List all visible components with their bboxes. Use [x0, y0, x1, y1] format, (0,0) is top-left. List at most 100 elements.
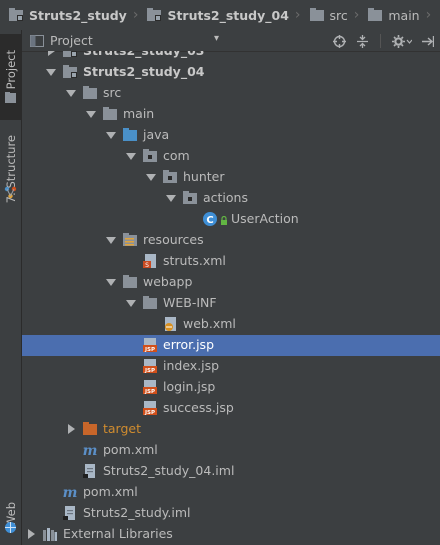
- tree-node[interactable]: resources: [22, 230, 440, 251]
- tree-node-label: resources: [143, 232, 204, 247]
- svg-text:JSP: JSP: [144, 368, 155, 374]
- jsp-file-icon: JSP: [143, 380, 157, 395]
- tree-node[interactable]: Struts2_study.iml: [22, 503, 440, 524]
- struts-xml-icon: S: [143, 254, 156, 269]
- scroll-from-source-icon[interactable]: [333, 34, 346, 48]
- source-folder-icon: [123, 128, 137, 141]
- svg-text:S: S: [145, 262, 149, 269]
- chevron-down-icon[interactable]: [146, 172, 156, 182]
- module-folder-icon: [9, 8, 23, 21]
- tree-node[interactable]: webapp: [22, 272, 440, 293]
- tree-node[interactable]: com: [22, 146, 440, 167]
- chevron-right-icon[interactable]: [66, 424, 76, 434]
- chevron-down-icon[interactable]: [106, 130, 116, 140]
- breadcrumb-item[interactable]: webapp: [431, 0, 440, 30]
- tree-node[interactable]: actions: [22, 188, 440, 209]
- class-icon: C: [203, 212, 217, 226]
- tree-node[interactable]: m pom.xml: [22, 482, 440, 503]
- tree-node-label: main: [123, 106, 155, 121]
- module-folder-icon: [147, 8, 162, 21]
- chevron-right-icon[interactable]: [46, 51, 56, 56]
- maven-icon: m: [63, 485, 78, 500]
- resources-folder-icon: [123, 233, 137, 246]
- tree-node[interactable]: Struts2_study_04: [22, 62, 440, 83]
- tree-node-label: Struts2_study_04: [83, 64, 205, 79]
- folder-icon: [83, 86, 97, 99]
- tree-node[interactable]: WEB-INF: [22, 293, 440, 314]
- tree-node-label: pom.xml: [103, 442, 158, 457]
- tree-node[interactable]: m pom.xml: [22, 440, 440, 461]
- tree-node[interactable]: hunter: [22, 167, 440, 188]
- package-icon: [163, 170, 177, 183]
- chevron-down-icon[interactable]: [106, 277, 116, 287]
- left-tool-strip: 1: Project 7: Structure Web: [0, 30, 22, 545]
- chevron-down-icon[interactable]: [126, 151, 136, 161]
- tree-node-label: web.xml: [183, 316, 236, 331]
- hide-panel-icon[interactable]: [422, 35, 434, 48]
- tree-node[interactable]: java: [22, 125, 440, 146]
- tree-node[interactable]: web.xml: [22, 314, 440, 335]
- breadcrumb-label: Struts2_study_04: [167, 7, 289, 23]
- tree-node[interactable]: External Libraries: [22, 524, 440, 545]
- folder-icon: [123, 275, 137, 288]
- folder-icon: [368, 8, 383, 21]
- tree-node[interactable]: JSP error.jsp: [22, 335, 440, 356]
- tree-node-label: UserAction: [231, 211, 299, 226]
- tree-node-label: Struts2_study_03: [83, 51, 204, 58]
- toolbar-separator: [380, 34, 381, 48]
- tree-node-label: java: [143, 127, 170, 142]
- breadcrumb-item[interactable]: Struts2_study_04: [138, 0, 289, 30]
- maven-icon: m: [83, 443, 98, 458]
- tree-node-label: hunter: [183, 169, 225, 184]
- tree-node-label: login.jsp: [163, 379, 216, 394]
- view-selector-dropdown[interactable]: ▾: [214, 33, 219, 44]
- folder-icon: [143, 296, 157, 309]
- tree-node[interactable]: JSP success.jsp: [22, 398, 440, 419]
- tree-node-label: pom.xml: [83, 484, 138, 499]
- chevron-down-icon[interactable]: [66, 88, 76, 98]
- tree-node[interactable]: JSP index.jsp: [22, 356, 440, 377]
- breadcrumb-label: Struts2_study: [29, 7, 127, 23]
- project-tool-icon: [5, 92, 16, 103]
- tree-node[interactable]: Struts2_study_03: [22, 51, 440, 62]
- web-xml-icon: [165, 317, 176, 331]
- project-tool-tab[interactable]: 1: Project: [0, 34, 21, 120]
- svg-text:m: m: [63, 485, 78, 500]
- tree-node-label: target: [103, 421, 142, 436]
- navigation-breadcrumb: Struts2_study › Struts2_study_04 › src › main ›…: [0, 0, 440, 31]
- tree-node-label: External Libraries: [63, 526, 173, 541]
- tree-node-label: src: [103, 85, 122, 100]
- tree-node-label: Struts2_study_04.iml: [103, 463, 235, 478]
- chevron-down-icon[interactable]: [106, 235, 116, 245]
- tree-node[interactable]: Sstruts.xml: [22, 251, 440, 272]
- jsp-file-icon: JSP: [143, 401, 157, 416]
- project-panel-title: Project: [50, 33, 93, 48]
- settings-gear-icon[interactable]: [392, 34, 412, 48]
- structure-tool-tab[interactable]: 7: Structure: [0, 126, 21, 212]
- iml-file-icon: [63, 506, 75, 520]
- tree-node-label: struts.xml: [163, 253, 226, 268]
- chevron-down-icon[interactable]: [126, 298, 136, 308]
- chevron-down-icon[interactable]: [46, 67, 56, 77]
- package-icon: [143, 149, 157, 162]
- tree-node[interactable]: src: [22, 83, 440, 104]
- breadcrumb-item[interactable]: main: [359, 0, 420, 30]
- tree-node-label: webapp: [143, 274, 193, 289]
- breadcrumb-item[interactable]: Struts2_study: [0, 0, 127, 30]
- chevron-down-icon[interactable]: [86, 109, 96, 119]
- project-panel-header: Project ▾: [22, 30, 440, 52]
- tree-node[interactable]: C UserAction: [22, 209, 440, 230]
- chevron-down-icon[interactable]: [166, 193, 176, 203]
- tree-node[interactable]: main: [22, 104, 440, 125]
- chevron-right-icon[interactable]: [26, 529, 36, 539]
- svg-text:JSP: JSP: [144, 389, 155, 395]
- svg-text:C: C: [206, 215, 213, 226]
- tree-node[interactable]: JSP login.jsp: [22, 377, 440, 398]
- module-icon: [63, 51, 77, 57]
- tree-node[interactable]: target: [22, 419, 440, 440]
- breadcrumb-label: src: [329, 7, 348, 23]
- breadcrumb-item[interactable]: src: [301, 0, 348, 30]
- collapse-all-icon[interactable]: [356, 34, 369, 48]
- tree-node[interactable]: Struts2_study_04.iml: [22, 461, 440, 482]
- tree-node-label: Struts2_study.iml: [83, 505, 191, 520]
